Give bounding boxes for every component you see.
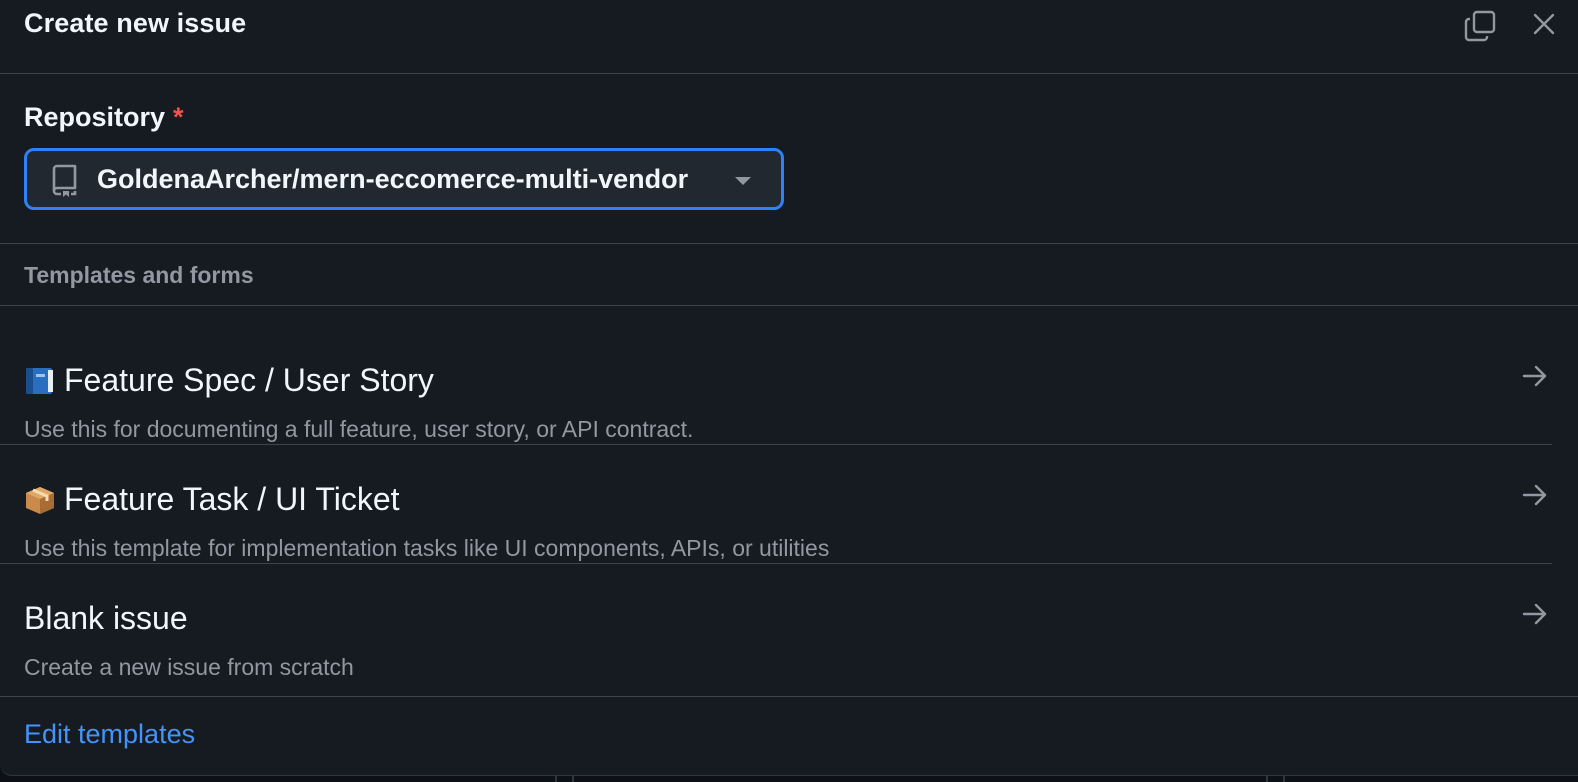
template-title: Feature Task / UI Ticket bbox=[24, 481, 400, 518]
repository-label: Repository * bbox=[24, 102, 184, 133]
dialog-header: Create new issue bbox=[0, 0, 1578, 74]
package-icon bbox=[26, 486, 54, 514]
blue-book-icon bbox=[26, 367, 53, 394]
close-button[interactable] bbox=[1524, 4, 1564, 44]
repository-label-text: Repository bbox=[24, 102, 166, 132]
templates-section-label: Templates and forms bbox=[24, 262, 254, 288]
arrow-right-icon bbox=[1522, 365, 1547, 387]
template-title-text: Feature Spec / User Story bbox=[64, 362, 434, 398]
template-blank-issue[interactable]: Blank issue Create a new issue from scra… bbox=[0, 564, 1552, 683]
template-title-text: Feature Task / UI Ticket bbox=[64, 481, 400, 517]
repository-section: Repository * GoldenaArcher/mern-eccomerce… bbox=[0, 74, 1578, 244]
required-marker: * bbox=[173, 102, 184, 132]
templates-header: Templates and forms bbox=[0, 244, 1578, 306]
template-title-text: Blank issue bbox=[24, 600, 188, 636]
create-issue-dialog: Create new issue Repository * GoldenaArch… bbox=[0, 0, 1578, 776]
repository-name: GoldenaArcher/mern-eccomerce-multi-vendo… bbox=[97, 164, 689, 194]
divider bbox=[1266, 776, 1268, 782]
template-feature-spec[interactable]: Feature Spec / User Story Use this for d… bbox=[0, 326, 1552, 445]
edit-templates-link[interactable]: Edit templates bbox=[24, 719, 195, 750]
template-feature-task[interactable]: Feature Task / UI Ticket Use this templa… bbox=[0, 445, 1552, 564]
dialog-footer: Edit templates bbox=[0, 696, 1578, 775]
dialog-title: Create new issue bbox=[24, 8, 247, 38]
divider bbox=[572, 776, 574, 782]
template-title: Blank issue bbox=[24, 600, 188, 637]
divider bbox=[555, 776, 557, 782]
arrow-right-icon bbox=[1522, 603, 1547, 625]
template-description: Use this for documenting a full feature,… bbox=[24, 416, 694, 442]
repository-select[interactable]: GoldenaArcher/mern-eccomerce-multi-vendo… bbox=[24, 148, 784, 210]
background-strip bbox=[0, 776, 1578, 782]
template-description: Use this template for implementation tas… bbox=[24, 535, 830, 561]
template-description: Create a new issue from scratch bbox=[24, 654, 354, 680]
copy-icon bbox=[1464, 10, 1496, 42]
close-icon bbox=[1533, 13, 1555, 35]
divider bbox=[1283, 776, 1285, 782]
template-title: Feature Spec / User Story bbox=[24, 362, 434, 399]
repo-icon bbox=[52, 164, 77, 197]
arrow-right-icon bbox=[1522, 484, 1547, 506]
chevron-down-icon bbox=[735, 177, 751, 185]
copy-button[interactable] bbox=[1460, 6, 1500, 46]
